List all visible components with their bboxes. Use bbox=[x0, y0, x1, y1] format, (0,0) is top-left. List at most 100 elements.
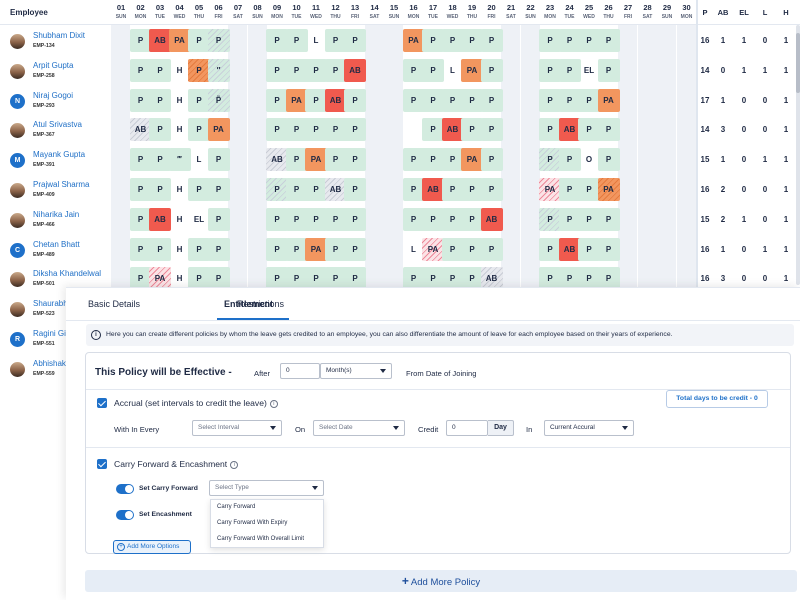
attendance-cell[interactable]: EL bbox=[188, 208, 210, 231]
employee-name[interactable]: Arpit Gupta bbox=[33, 61, 73, 70]
attendance-cell[interactable]: P bbox=[480, 178, 503, 201]
date-select[interactable]: Select Date bbox=[313, 420, 405, 436]
attendance-cell[interactable]: P bbox=[422, 118, 444, 142]
attendance-cell[interactable]: P bbox=[344, 88, 366, 112]
tab-restrictions[interactable]: Restrictions bbox=[237, 299, 284, 309]
attendance-cell[interactable]: P bbox=[461, 118, 483, 142]
attendance-cell[interactable]: P bbox=[597, 58, 620, 82]
attendance-cell[interactable]: P bbox=[149, 118, 171, 142]
attendance-cell[interactable]: P bbox=[578, 178, 600, 201]
employee-name[interactable]: Niraj Gogoi bbox=[33, 91, 73, 100]
attendance-cell[interactable]: L bbox=[305, 29, 327, 52]
employee-name[interactable]: Abhishak bbox=[33, 359, 66, 368]
dropdown-option[interactable]: Carry Forward With Expiry bbox=[217, 520, 287, 526]
attendance-cell[interactable]: PA bbox=[539, 178, 561, 201]
attendance-cell[interactable]: P bbox=[597, 148, 620, 172]
attendance-cell[interactable]: AB bbox=[149, 207, 171, 231]
accural-select[interactable]: Current Accural bbox=[544, 420, 634, 436]
unit-select[interactable]: Month(s) bbox=[320, 363, 392, 379]
attendance-cell[interactable]: P bbox=[578, 29, 600, 52]
attendance-cell[interactable]: P bbox=[149, 88, 171, 112]
attendance-cell[interactable]: P bbox=[305, 88, 327, 112]
credit-input[interactable]: 0 bbox=[446, 420, 488, 436]
attendance-cell[interactable]: P bbox=[578, 207, 600, 231]
dropdown-option[interactable]: Carry Forward bbox=[217, 504, 255, 510]
attendance-cell[interactable]: P bbox=[207, 29, 230, 52]
attendance-cell[interactable]: AB bbox=[149, 29, 171, 52]
attendance-cell[interactable]: P bbox=[422, 148, 444, 172]
employee-name[interactable]: Prajwal Sharma bbox=[33, 180, 89, 189]
attendance-cell[interactable]: P bbox=[188, 88, 210, 112]
attendance-cell[interactable]: P bbox=[461, 178, 483, 201]
encashment-toggle[interactable] bbox=[116, 510, 134, 520]
attendance-cell[interactable]: AB bbox=[266, 148, 288, 172]
carry-forward-toggle[interactable] bbox=[116, 484, 134, 494]
attendance-cell[interactable]: P bbox=[149, 178, 171, 201]
attendance-cell[interactable]: P bbox=[539, 29, 561, 52]
attendance-cell[interactable]: P bbox=[207, 207, 230, 231]
vertical-scrollbar[interactable] bbox=[796, 25, 800, 285]
attendance-cell[interactable]: P bbox=[344, 118, 366, 142]
attendance-cell[interactable]: P bbox=[480, 148, 503, 172]
employee-name[interactable]: Shaurabh bbox=[33, 299, 68, 308]
attendance-cell[interactable]: P bbox=[578, 118, 600, 142]
employee-name[interactable]: Niharika Jain bbox=[33, 210, 79, 219]
attendance-cell[interactable]: O bbox=[578, 148, 600, 171]
attendance-cell[interactable]: ″ bbox=[207, 58, 230, 82]
dropdown-option[interactable]: Carry Forward With Overall Limit bbox=[217, 536, 304, 542]
attendance-cell[interactable]: PA bbox=[305, 237, 327, 261]
attendance-cell[interactable]: P bbox=[539, 88, 561, 112]
attendance-cell[interactable]: P bbox=[188, 58, 210, 82]
attendance-cell[interactable]: P bbox=[207, 237, 230, 261]
attendance-cell[interactable]: P bbox=[188, 29, 210, 52]
attendance-cell[interactable]: P bbox=[539, 148, 561, 172]
attendance-cell[interactable]: P bbox=[461, 88, 483, 112]
attendance-cell[interactable]: P bbox=[344, 178, 366, 201]
attendance-cell[interactable]: P bbox=[266, 237, 288, 261]
attendance-cell[interactable]: P bbox=[461, 207, 483, 231]
employee-name[interactable]: Mayank Gupta bbox=[33, 150, 85, 159]
employee-name[interactable]: Diksha Khandelwal bbox=[33, 269, 101, 278]
attendance-cell[interactable]: P bbox=[344, 29, 366, 52]
attendance-cell[interactable]: P bbox=[305, 118, 327, 142]
attendance-cell[interactable]: P bbox=[539, 207, 561, 231]
attendance-cell[interactable]: PA bbox=[305, 148, 327, 172]
attendance-cell[interactable]: P bbox=[188, 118, 210, 142]
attendance-cell[interactable]: P bbox=[305, 207, 327, 231]
attendance-cell[interactable]: P bbox=[597, 237, 620, 261]
attendance-cell[interactable]: PA bbox=[461, 58, 483, 82]
attendance-cell[interactable]: P bbox=[266, 29, 288, 52]
tab-basic-details[interactable]: Basic Details bbox=[88, 299, 140, 309]
attendance-cell[interactable]: P bbox=[188, 178, 210, 201]
attendance-cell[interactable]: P bbox=[149, 148, 171, 172]
attendance-cell[interactable]: P bbox=[149, 237, 171, 261]
total-days-button[interactable]: Total days to be credit - 0 bbox=[666, 390, 768, 408]
info-icon[interactable]: i bbox=[230, 461, 239, 469]
employee-name[interactable]: Atul Srivastva bbox=[33, 120, 82, 129]
employee-name[interactable]: Shubham Dixit bbox=[33, 31, 85, 40]
attendance-cell[interactable]: P bbox=[539, 58, 561, 82]
attendance-cell[interactable]: P bbox=[305, 58, 327, 82]
attendance-cell[interactable]: P bbox=[578, 237, 600, 261]
after-input[interactable]: 0 bbox=[280, 363, 320, 379]
add-more-options-button[interactable]: + Add More Options bbox=[113, 540, 191, 554]
attendance-cell[interactable]: P bbox=[480, 88, 503, 112]
attendance-cell[interactable]: P bbox=[578, 88, 600, 112]
accrual-checkbox[interactable] bbox=[97, 398, 107, 408]
attendance-cell[interactable]: P bbox=[480, 58, 503, 82]
attendance-cell[interactable]: P bbox=[266, 207, 288, 231]
carry-type-select[interactable]: Select Type bbox=[209, 480, 324, 496]
attendance-cell[interactable]: P bbox=[422, 58, 444, 82]
info-icon[interactable]: i bbox=[269, 400, 278, 408]
attendance-cell[interactable]: P bbox=[461, 29, 483, 52]
attendance-cell[interactable]: P bbox=[305, 178, 327, 201]
attendance-cell[interactable]: PA bbox=[597, 88, 620, 112]
employee-name[interactable]: Ragini Gi bbox=[33, 329, 66, 338]
attendance-cell[interactable]: P bbox=[539, 237, 561, 261]
attendance-cell[interactable]: P bbox=[422, 88, 444, 112]
attendance-cell[interactable]: PA bbox=[207, 118, 230, 142]
attendance-cell[interactable]: P bbox=[597, 207, 620, 231]
attendance-cell[interactable]: P bbox=[207, 148, 230, 172]
add-more-policy-button[interactable]: + Add More Policy bbox=[85, 570, 797, 592]
attendance-cell[interactable]: PA bbox=[422, 237, 444, 261]
